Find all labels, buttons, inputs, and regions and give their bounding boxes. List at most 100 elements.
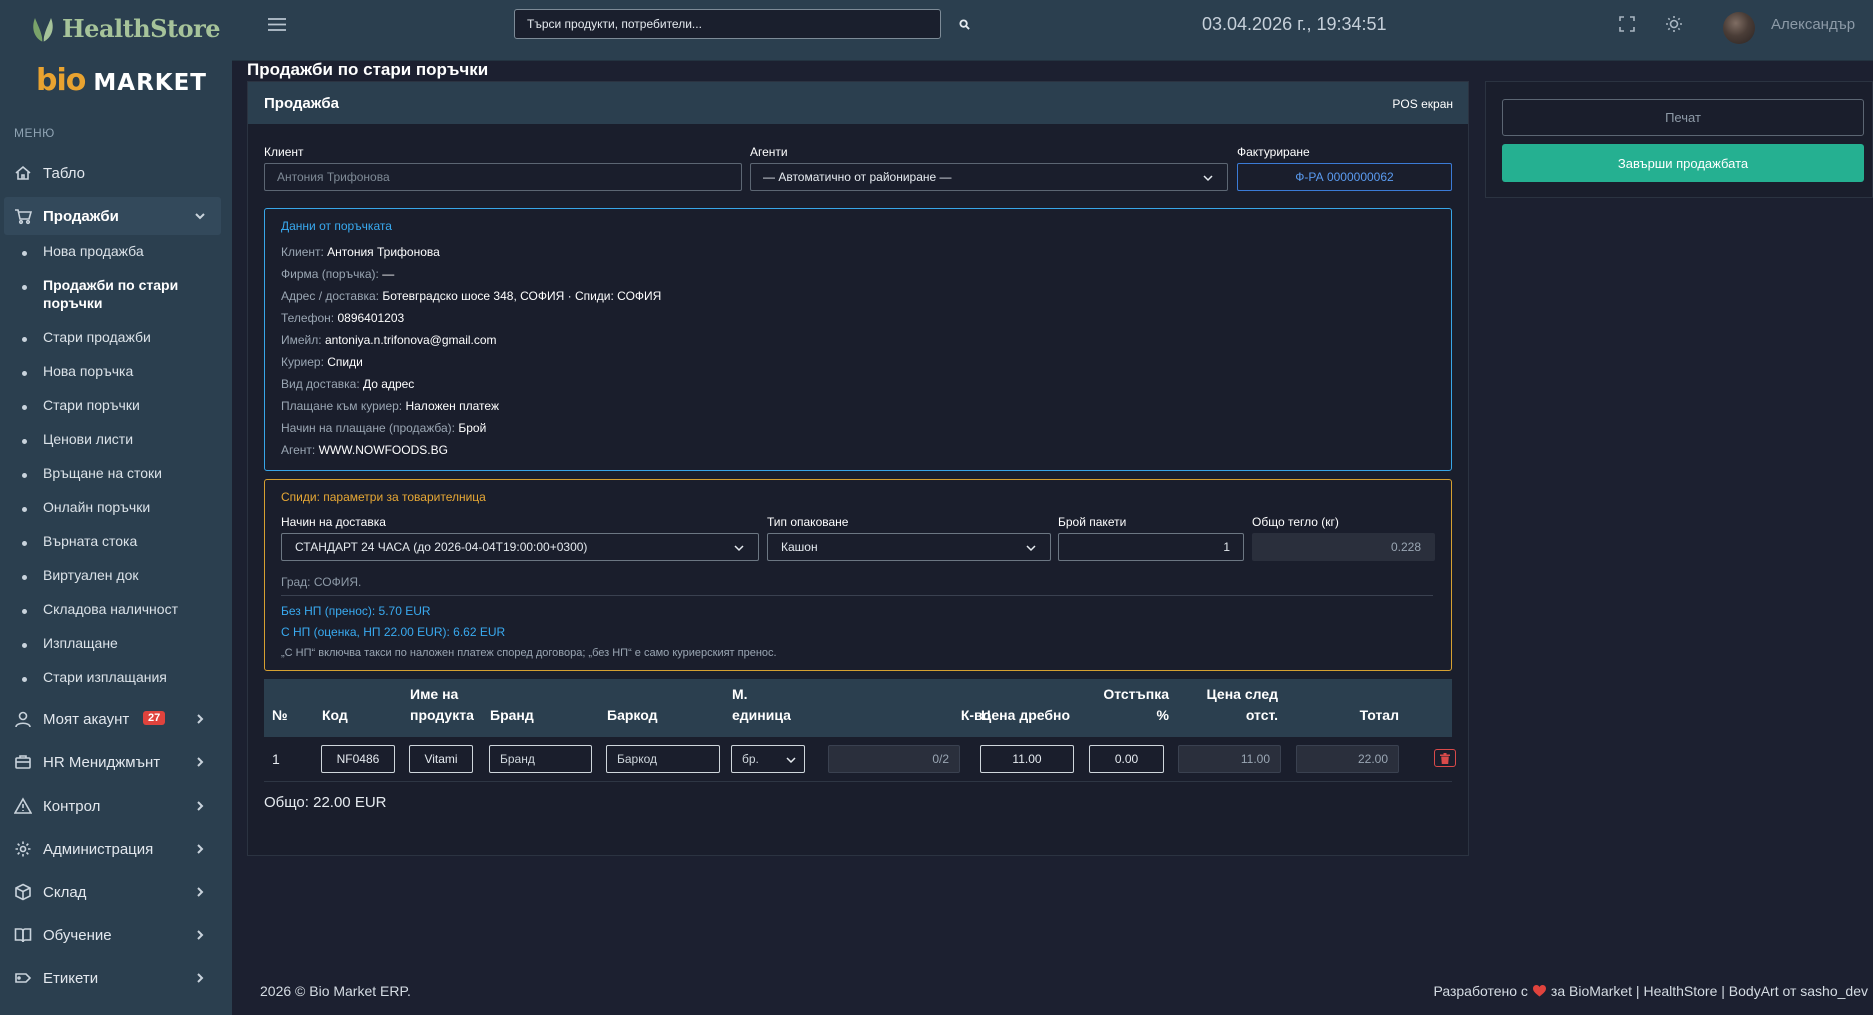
bullet-icon <box>22 371 27 376</box>
sidebar-item-label: HR Мениджмънт <box>43 753 161 771</box>
sidebar-subitem-label: Складова наличност <box>43 601 178 617</box>
sidebar-subitem-label: Изплащане <box>43 635 118 651</box>
sale-card-header: Продажба POS екран <box>248 82 1468 124</box>
col-header-discount: Отстъпка% <box>1103 686 1169 723</box>
theme-toggle-sun-icon[interactable] <box>1665 15 1683 33</box>
sidebar-subitem-label: Върната стока <box>43 533 138 549</box>
order-data-row-address: Адрес / доставка: Ботевградско шосе 348,… <box>281 289 662 303</box>
order-data-row-email: Имейл: antoniya.n.trifonova@gmail.com <box>281 333 497 347</box>
client-field[interactable]: Антония Трифонова <box>264 163 742 191</box>
col-header-total: Тотал <box>1359 707 1399 723</box>
biomarket-logo[interactable]: bio MARKET <box>36 63 207 98</box>
sidebar-item-labels[interactable]: Етикети <box>0 959 232 997</box>
sidebar-item-hr[interactable]: HR Мениджмънт <box>0 743 232 781</box>
sidebar-item-dashboard[interactable]: Табло <box>0 154 232 192</box>
delivery-method-value: СТАНДАРТ 24 ЧАСА (до 2026-04-04T19:00:00… <box>295 540 588 554</box>
sale-card-title: Продажба <box>264 95 340 112</box>
order-data-row-courier-payment: Плащане към куриер: Наложен платеж <box>281 399 499 413</box>
home-icon <box>15 165 31 180</box>
product-code-input[interactable]: NF0486 <box>321 745 395 773</box>
search-input[interactable] <box>515 10 940 38</box>
brand-input[interactable]: Бранд <box>489 745 592 773</box>
chevron-down-icon <box>786 757 796 764</box>
sidebar-subitem-label: Стари поръчки <box>43 397 140 413</box>
sidebar-item-administration[interactable]: Администрация <box>0 830 232 868</box>
speedy-params-box: Спиди: параметри за товарителница Начин … <box>264 479 1452 671</box>
healthstore-logo[interactable]: HealthStore <box>28 10 221 46</box>
sidebar-item-sales[interactable]: Продажби <box>4 197 221 235</box>
gear-icon <box>15 841 31 857</box>
sidebar-item-warehouse[interactable]: Склад <box>0 873 232 911</box>
cod-note: „С НП“ включва такси по наложен платеж с… <box>281 647 777 659</box>
delivery-method-select[interactable]: СТАНДАРТ 24 ЧАСА (до 2026-04-04T19:00:00… <box>281 533 759 561</box>
finish-sale-button[interactable]: Завърши продажбата <box>1502 144 1864 182</box>
unit-select[interactable]: бр. <box>731 745 805 773</box>
agents-select[interactable]: — Автоматично от райониране — <box>750 163 1228 191</box>
product-name-input[interactable]: Vitami <box>409 745 473 773</box>
sidebar-item-training[interactable]: Обучение <box>0 916 232 954</box>
user-avatar[interactable] <box>1723 12 1755 44</box>
invoicing-value: Ф-РА 0000000062 <box>1295 170 1394 184</box>
chevron-right-icon <box>197 930 204 940</box>
sidebar-item-label: Табло <box>43 164 86 182</box>
heart-icon <box>1532 985 1546 997</box>
order-data-box: Данни от поръчката Клиент: Антония Трифо… <box>264 208 1452 471</box>
package-count-input[interactable]: 1 <box>1058 533 1244 561</box>
invoicing-select[interactable]: Ф-РА 0000000062 <box>1237 163 1452 191</box>
bullet-icon <box>22 251 27 256</box>
delete-row-button[interactable] <box>1434 749 1456 767</box>
chevron-right-icon <box>197 714 204 724</box>
search-icon <box>958 18 970 30</box>
col-header-code: Код <box>322 707 348 723</box>
hamburger-menu-icon[interactable] <box>268 17 286 32</box>
sidebar-item-my-account[interactable]: Моят акаунт 27 <box>0 700 232 738</box>
biomarket-logo-bio: bio <box>36 63 86 98</box>
speedy-params-title: Спиди: параметри за товарителница <box>281 490 486 504</box>
packing-type-label: Тип опаковане <box>767 515 849 529</box>
package-count-value: 1 <box>1223 540 1230 554</box>
print-button[interactable]: Печат <box>1502 99 1864 136</box>
footer-copyright: 2026 © Bio Market ERP. <box>260 983 411 999</box>
book-icon <box>14 928 32 943</box>
chevron-right-icon <box>197 844 204 854</box>
topbar: 03.04.2026 г., 19:34:51 Александър <box>232 0 1873 61</box>
bullet-icon <box>22 677 27 682</box>
row-number: 1 <box>272 751 280 767</box>
datetime-display: 03.04.2026 г., 19:34:51 <box>1202 14 1387 34</box>
chevron-right-icon <box>197 973 204 983</box>
tag-icon <box>15 973 32 983</box>
user-name[interactable]: Александър <box>1771 16 1855 33</box>
discount-input[interactable]: 0.00 <box>1089 745 1164 773</box>
retail-price-input[interactable]: 11.00 <box>980 745 1074 773</box>
footer-credits-after: за BioMarket | HealthStore | BodyArt от … <box>1550 983 1868 999</box>
city-text: Град: СОФИЯ. <box>281 575 362 589</box>
order-data-row-company: Фирма (поръчка): — <box>281 267 395 281</box>
cart-icon <box>15 209 32 225</box>
products-table-header: № Код Име на продукта Бранд Баркод М. един… <box>264 679 1452 737</box>
barcode-input[interactable]: Баркод <box>606 745 720 773</box>
chevron-down-icon <box>195 213 205 220</box>
healthstore-logo-text: HealthStore <box>62 13 221 43</box>
sidebar-item-control[interactable]: Контрол <box>0 787 232 825</box>
sidebar-subitem-label: Продажби по стари поръчки <box>43 277 179 311</box>
quantity-field: 0/2 <box>828 745 960 773</box>
bullet-icon <box>22 575 27 580</box>
client-label: Клиент <box>264 145 304 159</box>
leaf-icon <box>33 18 53 42</box>
warning-icon <box>14 797 32 814</box>
packing-type-select[interactable]: Кашон <box>767 533 1051 561</box>
fullscreen-icon[interactable] <box>1618 15 1636 33</box>
sidebar-subitem-label: Нова поръчка <box>43 363 134 379</box>
client-field-value: Антония Трифонова <box>277 170 390 184</box>
total-weight-field: 0.228 <box>1252 533 1435 561</box>
chevron-down-icon <box>1026 545 1036 552</box>
order-data-row-phone: Телефон: 0896401203 <box>281 311 405 325</box>
col-header-price-after: Цена след отст. <box>1206 686 1278 723</box>
search-button[interactable] <box>944 10 984 38</box>
total-weight-label: Общо тегло (кг) <box>1252 515 1339 529</box>
pos-screen-link[interactable]: POS екран <box>1392 97 1453 111</box>
sidebar-subitem-label: Онлайн поръчки <box>43 499 151 515</box>
order-data-row-client: Клиент: Антония Трифонова <box>281 245 440 259</box>
total-weight-value: 0.228 <box>1390 540 1421 554</box>
sidebar-item-label: Контрол <box>43 797 101 815</box>
